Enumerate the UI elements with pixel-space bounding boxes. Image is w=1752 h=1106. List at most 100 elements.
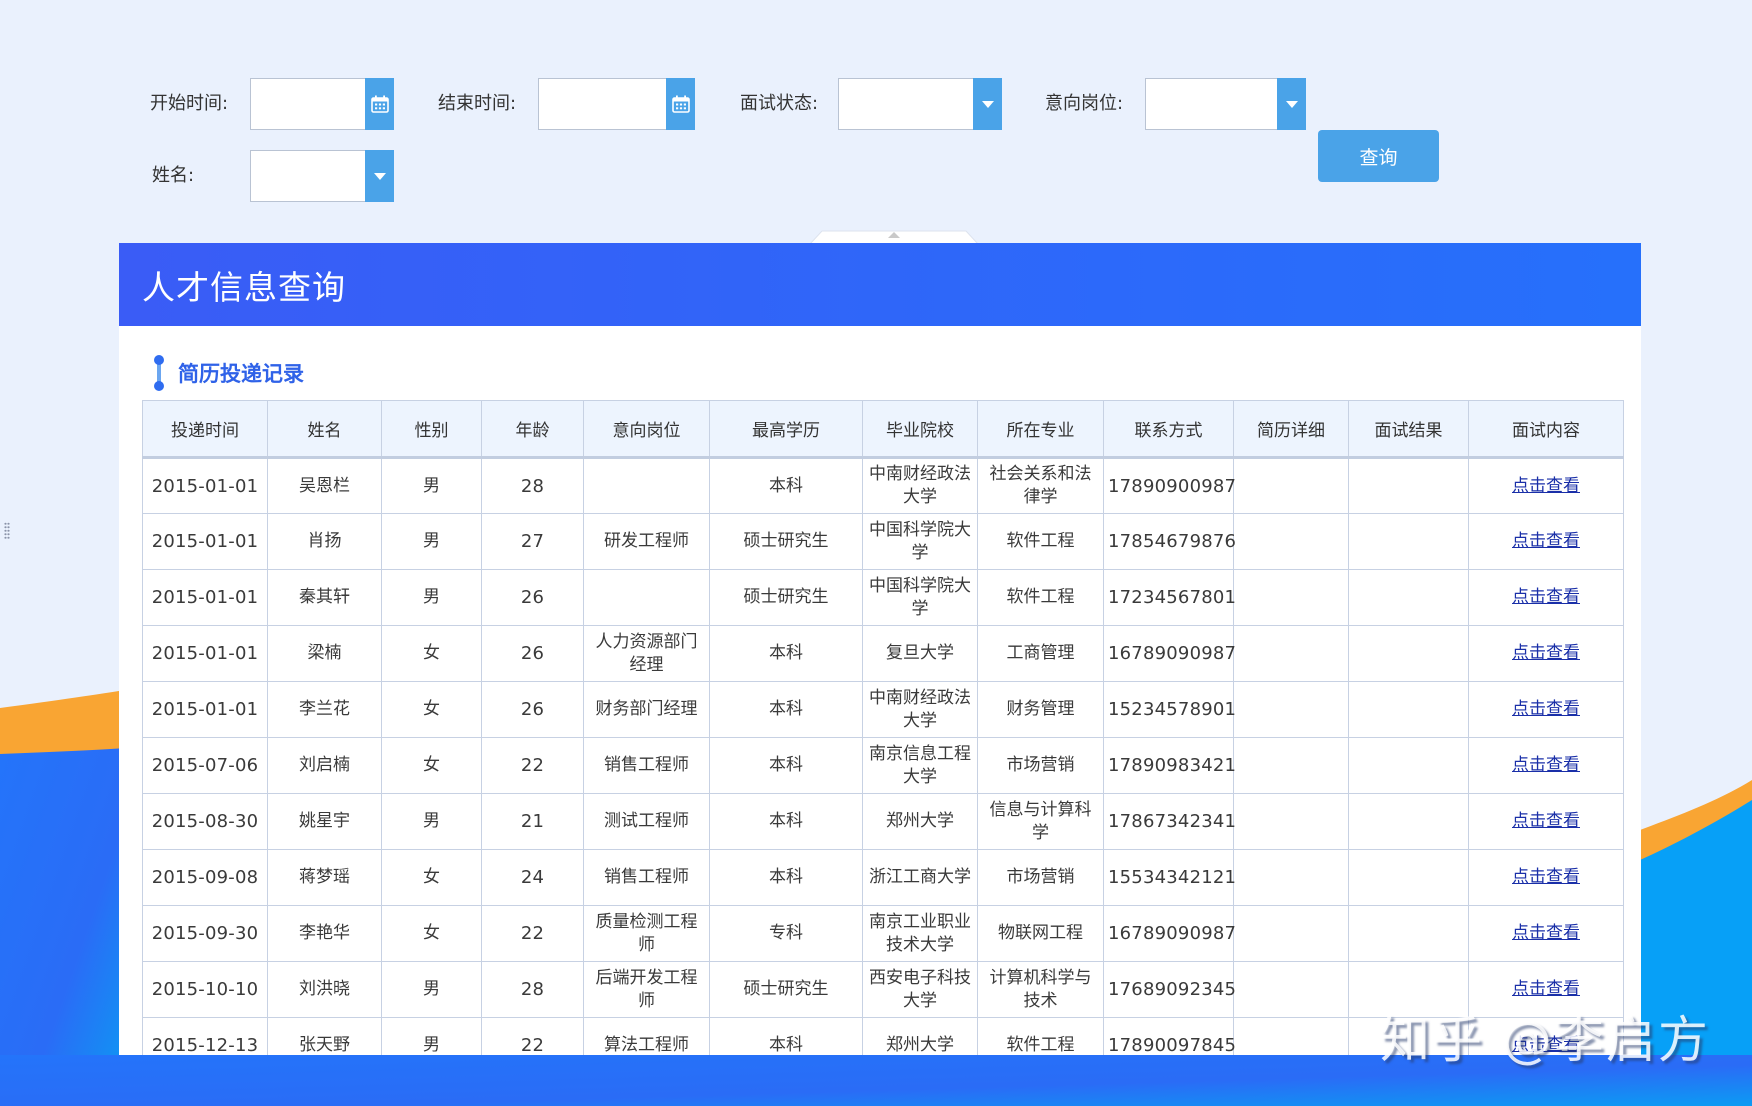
cell-interview-content: 点击查看 [1468,849,1624,906]
view-interview-link[interactable]: 点击查看 [1512,643,1580,663]
name-select[interactable] [250,150,394,202]
column-header[interactable]: 年龄 [481,400,584,459]
cell-school: 浙江工商大学 [862,849,978,906]
view-interview-link[interactable]: 点击查看 [1512,1035,1580,1055]
cell-phone: 15234578901 [1103,681,1236,738]
cell-school: 郑州大学 [862,793,978,850]
table-row[interactable]: 2015-01-01 肖扬男 27 研发工程师 硕士研究生 中国科学院大学 软件工程 1785… [142,513,1624,570]
interview-status-value[interactable] [839,79,973,129]
cell-interview-content: 点击查看 [1468,905,1624,962]
cell-age: 26 [481,681,584,738]
view-interview-link[interactable]: 点击查看 [1512,867,1580,887]
interview-status-select[interactable] [838,78,1002,130]
talent-query-panel: 人才信息查询 简历投递记录 投递时间 姓名 性别 年龄 意向岗位 最高学历 毕业… [119,243,1641,1055]
cell-interview-content: 点击查看 [1468,793,1624,850]
interview-status-dropdown-button[interactable] [973,78,1002,130]
intended-position-value[interactable] [1146,79,1277,129]
cell-major: 计算机科学与技术 [977,961,1104,1018]
view-interview-link[interactable]: 点击查看 [1512,476,1580,496]
cell-resume-detail [1233,681,1349,738]
cell-name: 刘启楠 [267,737,382,794]
cell-age: 28 [481,961,584,1018]
cell-phone: 17890900987 [1103,457,1236,514]
end-time-input[interactable] [539,79,666,129]
table-row[interactable]: 2015-01-01 吴恩栏男 28 本科 中南财经政法大学 社会关系和法律学 178909… [142,457,1624,514]
view-interview-link[interactable]: 点击查看 [1512,811,1580,831]
column-header[interactable]: 简历详细 [1233,400,1349,459]
cell-submit-date: 2015-12-13 [142,1017,268,1055]
cell-interview-result [1348,961,1469,1018]
cell-resume-detail [1233,569,1349,626]
table-row[interactable]: 2015-12-13 张天野男 22 算法工程师 本科 郑州大学 软件工程 178900978… [142,1017,1624,1055]
cell-age: 26 [481,569,584,626]
cell-school: 西安电子科技大学 [862,961,978,1018]
view-interview-link[interactable]: 点击查看 [1512,531,1580,551]
cell-name: 姚星宇 [267,793,382,850]
cell-major: 工商管理 [977,625,1104,682]
view-interview-link[interactable]: 点击查看 [1512,587,1580,607]
column-header[interactable]: 所在专业 [977,400,1104,459]
name-label: 姓名: [152,165,195,186]
view-interview-link[interactable]: 点击查看 [1512,699,1580,719]
start-time-input[interactable] [251,79,365,129]
cell-resume-detail [1233,849,1349,906]
table-row[interactable]: 2015-08-30 姚星宇男 21 测试工程师 本科 郑州大学 信息与计算科学 178673… [142,793,1624,850]
cell-submit-date: 2015-01-01 [142,513,268,570]
start-time-calendar-button[interactable] [365,78,394,130]
column-header[interactable]: 性别 [381,400,482,459]
drag-handle[interactable] [4,522,10,540]
column-header[interactable]: 联系方式 [1103,400,1234,459]
column-header[interactable]: 毕业院校 [862,400,978,459]
intended-position-label: 意向岗位: [1045,93,1124,114]
cell-education: 硕士研究生 [709,569,863,626]
cell-education: 本科 [709,457,863,514]
cell-interview-content: 点击查看 [1468,961,1624,1018]
end-time-field[interactable] [538,78,695,130]
table-row[interactable]: 2015-01-01 李兰花女 26 财务部门经理 本科 中南财经政法大学 财务管理 1523… [142,681,1624,738]
section-marker-icon [154,355,164,391]
cell-age: 24 [481,849,584,906]
cell-education: 硕士研究生 [709,513,863,570]
cell-phone: 17890097845 [1103,1017,1236,1055]
cell-name: 李艳华 [267,905,382,962]
cell-interview-content: 点击查看 [1468,569,1624,626]
cell-education: 本科 [709,625,863,682]
cell-gender: 男 [381,793,482,850]
column-header[interactable]: 姓名 [267,400,382,459]
cell-intended-position: 销售工程师 [583,849,710,906]
cell-interview-result [1348,625,1469,682]
cell-major: 软件工程 [977,1017,1104,1055]
cell-education: 本科 [709,681,863,738]
bottom-blue-band [0,1055,1752,1106]
resume-records-table: 投递时间 姓名 性别 年龄 意向岗位 最高学历 毕业院校 所在专业 联系方式 简… [142,400,1624,1055]
column-header[interactable]: 面试结果 [1348,400,1469,459]
view-interview-link[interactable]: 点击查看 [1512,979,1580,999]
view-interview-link[interactable]: 点击查看 [1512,755,1580,775]
table-row[interactable]: 2015-01-01 梁楠女 26 人力资源部门经理 本科 复旦大学 工商管理 1678909… [142,625,1624,682]
cell-gender: 女 [381,625,482,682]
column-header[interactable]: 投递时间 [142,400,268,459]
end-time-calendar-button[interactable] [666,78,695,130]
query-button[interactable]: 查询 [1318,130,1439,182]
table-row[interactable]: 2015-09-30 李艳华女 22 质量检测工程师 专科 南京工业职业技术大学 物联网工程… [142,905,1624,962]
cell-interview-content: 点击查看 [1468,1017,1624,1055]
intended-position-select[interactable] [1145,78,1306,130]
cell-interview-result [1348,569,1469,626]
start-time-field[interactable] [250,78,394,130]
table-row[interactable]: 2015-10-10 刘洪晓男 28 后端开发工程师 硕士研究生 西安电子科技大学 计算机科… [142,961,1624,1018]
collapse-toggle[interactable] [810,230,978,244]
column-header[interactable]: 面试内容 [1468,400,1624,459]
cell-age: 22 [481,1017,584,1055]
name-dropdown-button[interactable] [365,150,394,202]
cell-gender: 女 [381,737,482,794]
table-row[interactable]: 2015-09-08 蒋梦瑶女 24 销售工程师 本科 浙江工商大学 市场营销 1553434… [142,849,1624,906]
column-header[interactable]: 意向岗位 [583,400,710,459]
name-value[interactable] [251,151,365,201]
section-heading: 简历投递记录 [154,353,304,393]
view-interview-link[interactable]: 点击查看 [1512,923,1580,943]
table-row[interactable]: 2015-01-01 秦其轩男 26 硕士研究生 中国科学院大学 软件工程 17234567… [142,569,1624,626]
cell-intended-position: 质量检测工程师 [583,905,710,962]
intended-position-dropdown-button[interactable] [1277,78,1306,130]
table-row[interactable]: 2015-07-06 刘启楠女 22 销售工程师 本科 南京信息工程大学 市场营销 17890… [142,737,1624,794]
column-header[interactable]: 最高学历 [709,400,863,459]
